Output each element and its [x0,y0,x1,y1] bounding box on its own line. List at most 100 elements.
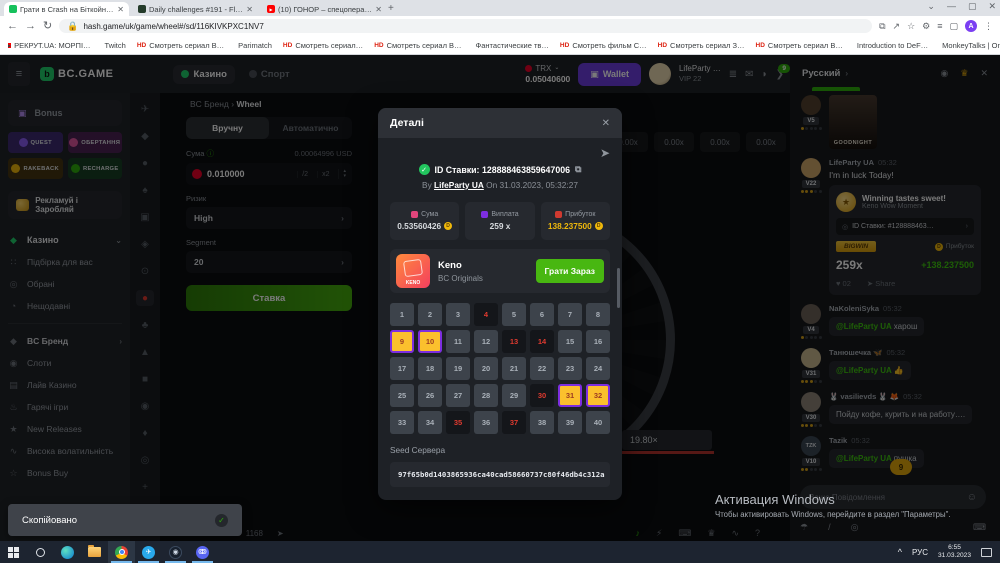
keno-number-29: 29 [502,384,526,407]
tray-expand-icon[interactable]: ^ [898,547,902,557]
browser-toolbar: ← → ↻ 🔒 hash.game/uk/game/wheel#/sd/116K… [0,16,1000,36]
minimize-button[interactable]: — [947,1,956,12]
stat-icon [481,211,488,218]
keno-number-1: 1 [390,303,414,326]
web-page: ≡ b BC.GAME Казино Спорт TRX⌄ 0.05040600… [0,55,1000,541]
keno-number-5: 5 [502,303,526,326]
seed-value[interactable]: 97f65b0d1403865936ca40cad58660737c80f46d… [390,462,610,487]
notification-center-icon[interactable] [981,548,992,557]
maximize-button[interactable]: ▢ [968,1,977,12]
start-button[interactable] [0,541,27,563]
stat-icon [411,211,418,218]
profile-avatar[interactable]: A [965,20,977,32]
taskbar-steam[interactable]: ◉ [162,541,189,563]
clock[interactable]: 6:5531.03.2023 [938,544,971,560]
keno-number-25: 25 [390,384,414,407]
share-bet-icon[interactable]: ➤ [390,144,610,162]
close-button[interactable]: ✕ [988,1,996,12]
modal-close-icon[interactable]: ✕ [602,118,610,129]
side-panel-icon[interactable]: ▢ [949,21,958,32]
menu-kebab-icon[interactable]: ⋮ [984,21,993,32]
hd-bookmark-icon: HD [560,42,569,49]
bookmark-item[interactable]: Twitch [102,41,126,50]
keno-number-26: 26 [418,384,442,407]
keno-number-37: 37 [502,411,526,434]
bet-id-row: ✓ ID Ставки: 128888463859647006 ⧉ [390,164,610,175]
keno-number-19: 19 [446,357,470,380]
bookmarks-bar: ▶РЕКРУТ.UA: МОРПІ… Twitch HDСмотреть сериа… [0,36,1000,55]
verified-icon: ✓ [419,164,430,175]
bookmark-item[interactable]: HDСмотреть сериал З… [658,41,745,50]
bet-meta-row: By LifeParty UA On 31.03.2023, 05:32:27 [390,180,610,190]
modal-scrollbar[interactable] [617,268,620,308]
reading-list-icon[interactable]: ≡ [937,21,942,31]
taskbar-edge[interactable] [54,541,81,563]
bookmark-item[interactable]: ▶РЕКРУТ.UA: МОРПІ… [8,41,91,50]
keno-number-23: 23 [558,357,582,380]
discord-icon: ↂ [196,546,209,559]
browser-tab[interactable]: Грати в Crash на Біткойни онлай✕ [4,2,129,16]
keno-number-30: 30 [530,384,554,407]
keno-grid: 1234567891011121314151617181920212223242… [390,303,610,434]
copy-icon[interactable]: ⧉ [575,164,581,175]
bookmark-item[interactable]: HDСмотреть фильм С… [560,41,647,50]
keno-number-40: 40 [586,411,610,434]
taskbar-chrome[interactable] [108,541,135,563]
bet-stats: Сума0.53560426DВиплата259 xПрибуток138.2… [390,202,610,240]
bookmark-item[interactable]: HDСмотреть сериал… [283,41,363,50]
modal-header: Деталі ✕ [378,108,622,138]
bet-user-link[interactable]: LifeParty UA [434,180,484,190]
bookmark-item[interactable]: HDСмотреть сериал В… [374,41,461,50]
keno-number-18: 18 [418,357,442,380]
forward-button[interactable]: → [25,21,36,32]
tab-favicon: ▶ [267,5,275,13]
cast-icon[interactable]: ⧉ [879,21,885,32]
share-icon[interactable]: ↗ [893,21,901,32]
tab-favicon [9,5,17,13]
back-button[interactable]: ← [7,21,18,32]
browser-chrome: Грати в Crash на Біткойни онлай✕ Daily ch… [0,0,1000,55]
game-name: Keno [438,259,483,273]
bookmark-item[interactable]: MonkeyTalks | On-c… [939,41,1000,50]
url-text: hash.game/uk/game/wheel#/sd/116KIVKPXC1N… [83,22,263,31]
new-tab-button[interactable]: + [388,3,394,14]
tab-close-icon[interactable]: ✕ [246,5,253,14]
language-indicator[interactable]: РУС [912,548,928,557]
search-button[interactable] [27,541,54,563]
keno-number-14: 14 [530,330,554,353]
bookmark-item[interactable]: HDСмотреть сериал В… [137,41,224,50]
url-bar[interactable]: 🔒 hash.game/uk/game/wheel#/sd/116KIVKPXC… [59,19,872,33]
tab-close-icon[interactable]: ✕ [375,5,382,14]
keno-number-36: 36 [474,411,498,434]
bookmark-item[interactable]: Фантастические тв… [473,41,549,50]
tab-search-icon[interactable]: ⌄ [927,1,935,12]
browser-tab[interactable]: ▶(10) ГОНОР – спецоперац…✕ [262,2,387,16]
keno-number-33: 33 [390,411,414,434]
keno-number-8: 8 [586,303,610,326]
extensions-icon[interactable]: ⚙ [922,21,930,32]
stat-icon [555,211,562,218]
keno-number-3: 3 [446,303,470,326]
browser-tab[interactable]: Daily challenges #191 - Flash Ch✕ [133,2,258,16]
keno-number-21: 21 [502,357,526,380]
taskbar-explorer[interactable] [81,541,108,563]
bookmark-item[interactable]: HDСмотреть сериал В… [756,41,843,50]
keno-number-17: 17 [390,357,414,380]
hd-bookmark-icon: HD [756,42,765,49]
reload-button[interactable]: ↻ [43,21,52,32]
telegram-icon: ✈ [142,546,155,559]
play-now-button[interactable]: Грати Зараз [536,259,604,283]
stat-Виплата: Виплата259 x [465,202,534,240]
keno-number-7: 7 [558,303,582,326]
taskbar-discord[interactable]: ↂ [189,541,216,563]
game-card: KENO KenoBC Originals Грати Зараз [390,249,610,293]
keno-number-27: 27 [446,384,470,407]
bookmark-item[interactable]: Parimatch [235,41,272,50]
hd-bookmark-icon: HD [137,42,146,49]
steam-icon: ◉ [169,546,182,559]
tab-close-icon[interactable]: ✕ [117,5,124,14]
bookmark-item[interactable]: Introduction to DeF… [854,41,928,50]
taskbar-telegram[interactable]: ✈ [135,541,162,563]
bookmark-star-icon[interactable]: ☆ [907,21,915,32]
tab-favicon [138,5,146,13]
